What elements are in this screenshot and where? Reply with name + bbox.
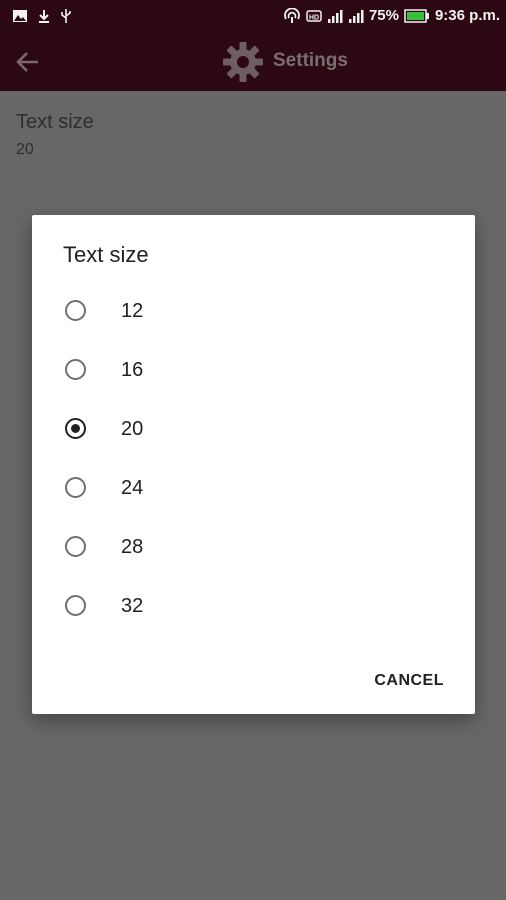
clock: 9:36 p.m. — [434, 7, 500, 24]
status-icons-left — [12, 8, 72, 24]
radio-option-28[interactable]: 28 — [32, 519, 475, 578]
preference-value: 20 — [16, 141, 34, 158]
option-label: 16 — [121, 359, 144, 381]
option-label: 32 — [121, 595, 144, 617]
option-label: 12 — [121, 300, 144, 322]
radio-button[interactable] — [65, 595, 86, 616]
signal-icon — [348, 9, 364, 23]
gear-icon — [223, 42, 263, 82]
option-label: 28 — [121, 536, 144, 558]
status-bar: HD 75% 9:36 p.m. — [0, 0, 506, 32]
usb-icon — [61, 9, 71, 23]
svg-text:HD: HD — [309, 14, 319, 21]
option-label: 24 — [121, 477, 144, 499]
signal-icon — [327, 9, 343, 23]
download-icon — [39, 10, 49, 23]
battery-percent: 75% — [368, 7, 399, 24]
dialog-title: Text size — [63, 242, 149, 267]
status-icons-right: HD 75% 9:36 p.m. — [283, 7, 500, 24]
image-icon — [13, 10, 27, 22]
cancel-button[interactable]: CANCEL — [374, 672, 444, 690]
text-size-dialog: Text size 12 16 20 24 28 32 CANCEL — [32, 215, 475, 714]
arrow-left-icon[interactable] — [14, 48, 42, 76]
radio-button-checked[interactable] — [65, 418, 86, 439]
radio-option-32[interactable]: 32 — [32, 578, 475, 637]
radio-button[interactable] — [65, 359, 86, 380]
radio-option-12[interactable]: 12 — [32, 283, 475, 342]
radio-button[interactable] — [65, 477, 86, 498]
hotspot-icon — [284, 7, 300, 23]
radio-button[interactable] — [65, 536, 86, 557]
battery-icon — [404, 8, 429, 23]
radio-dot — [71, 424, 80, 433]
page-title: Settings — [273, 50, 348, 71]
radio-button[interactable] — [65, 300, 86, 321]
hd-icon: HD — [306, 9, 322, 22]
app-bar: Settings — [0, 32, 506, 91]
radio-option-24[interactable]: 24 — [32, 460, 475, 519]
radio-option-16[interactable]: 16 — [32, 342, 475, 401]
preference-title: Text size — [16, 111, 94, 133]
radio-option-20[interactable]: 20 — [32, 401, 475, 460]
option-label: 20 — [121, 418, 144, 440]
